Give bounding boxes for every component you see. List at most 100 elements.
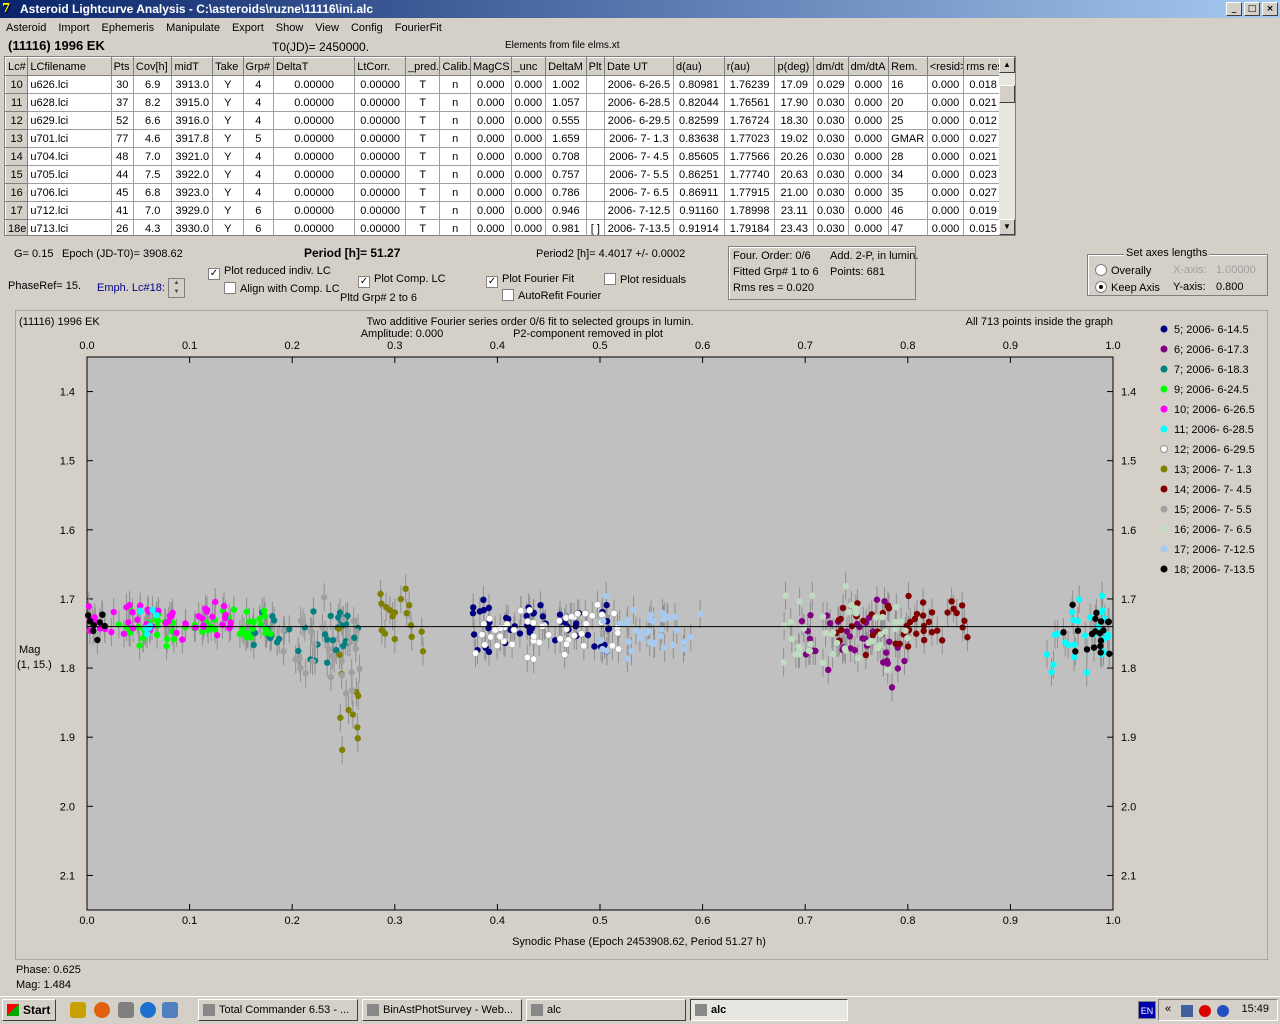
table-cell[interactable]: 0.00000 (272, 201, 356, 220)
table-cell[interactable]: 0.000 (510, 165, 547, 184)
table-cell[interactable]: 1.78998 (723, 201, 776, 220)
table-cell[interactable]: Y (212, 183, 244, 202)
table-cell[interactable]: u704.lci (27, 147, 112, 166)
table-cell[interactable]: 2006- 7- 1.3 (603, 129, 674, 148)
table-cell[interactable]: 0.00000 (272, 165, 356, 184)
table-cell[interactable]: 0.000 (469, 165, 512, 184)
table-cell[interactable]: T (404, 147, 441, 166)
table-cell[interactable]: 0.00000 (354, 93, 406, 112)
settings-icon[interactable] (118, 1002, 134, 1018)
table-cell[interactable]: 0.00000 (354, 75, 406, 94)
table-row[interactable]: 18e u713.lci 26 4.3 3930.0 Y 6 0.00000 0.00000 Tn… (5, 219, 1003, 235)
table-cell[interactable]: 0.000 (469, 75, 512, 94)
table-cell[interactable]: 0.000 (847, 129, 890, 148)
table-cell[interactable]: 0.000 (469, 183, 512, 202)
table-cell[interactable]: 3929.0 (171, 201, 214, 220)
table-cell[interactable]: 0.00000 (354, 129, 406, 148)
table-cell[interactable]: 23.43 (774, 219, 815, 235)
table-cell[interactable]: 0.000 (847, 201, 890, 220)
table-cell[interactable]: 0.00000 (272, 219, 356, 235)
table-cell[interactable]: 1.77740 (723, 165, 776, 184)
spin-up-icon[interactable]: ▲ (169, 279, 184, 288)
table-cell[interactable]: Y (212, 75, 244, 94)
plot-reduced-checkbox[interactable]: ✓ Plot reduced indiv. LC (208, 265, 331, 280)
table-cell[interactable]: n (439, 165, 471, 184)
menu-fourierfit[interactable]: FourierFit (389, 19, 448, 37)
table-cell[interactable]: 3913.0 (171, 75, 214, 94)
table-cell[interactable]: 6.8 (132, 183, 173, 202)
column-header[interactable]: Pts (110, 57, 134, 76)
column-header[interactable]: midT (171, 57, 214, 76)
table-cell[interactable]: 0.00000 (272, 111, 356, 130)
table-cell[interactable]: 0.021 (963, 147, 1003, 166)
table-cell[interactable]: T (404, 219, 441, 235)
table-cell[interactable]: 0.000 (510, 129, 547, 148)
table-cell[interactable]: 0.83638 (672, 129, 725, 148)
table-cell[interactable]: 4.3 (132, 219, 173, 235)
column-header[interactable]: LtCorr. (354, 57, 406, 76)
table-cell[interactable]: 17.09 (774, 75, 815, 94)
task-total-commander[interactable]: Total Commander 6.53 - ... (198, 999, 358, 1021)
table-cell[interactable]: 0.757 (545, 165, 587, 184)
table-cell[interactable]: 7.0 (132, 147, 173, 166)
table-cell[interactable]: 1.057 (545, 93, 587, 112)
minimize-button[interactable]: _ (1226, 2, 1242, 16)
table-cell[interactable]: 12 (5, 111, 29, 130)
tray-antivirus-icon[interactable] (1199, 1005, 1211, 1017)
plot-comp-checkbox[interactable]: ✓ Plot Comp. LC (358, 273, 446, 288)
table-cell[interactable]: T (404, 183, 441, 202)
table-cell[interactable]: T (404, 93, 441, 112)
table-cell[interactable]: 0.000 (926, 111, 965, 130)
start-button[interactable]: Start (2, 999, 56, 1021)
table-cell[interactable]: 0.946 (545, 201, 587, 220)
table-cell[interactable]: 16 (5, 183, 29, 202)
table-row[interactable]: 16 u706.lci 45 6.8 3923.0 Y 4 0.00000 0.00000 Tn 0… (5, 183, 1003, 202)
table-cell[interactable]: 0.000 (926, 129, 965, 148)
menu-import[interactable]: Import (52, 19, 95, 37)
column-header[interactable]: LCfilename (27, 57, 112, 76)
table-cell[interactable]: 41 (110, 201, 134, 220)
table-cell[interactable]: u628.lci (27, 93, 112, 112)
table-cell[interactable]: 46 (888, 201, 928, 220)
menu-export[interactable]: Export (226, 19, 270, 37)
column-header[interactable]: Date UT (603, 57, 674, 76)
column-header[interactable]: dm/dtA (847, 57, 890, 76)
task-alc[interactable]: alc (526, 999, 686, 1021)
lightcurve-plot[interactable]: (11116) 1996 EK Two additive Fourier ser… (14, 309, 1269, 961)
table-cell[interactable]: 4 (242, 75, 275, 94)
table-cell[interactable]: T (404, 129, 441, 148)
table-cell[interactable]: 0.86911 (672, 183, 725, 202)
table-cell[interactable]: n (439, 219, 471, 235)
table-cell[interactable]: n (439, 201, 471, 220)
table-row[interactable]: 15 u705.lci 44 7.5 3922.0 Y 4 0.00000 0.00000 Tn 0… (5, 165, 1003, 184)
column-header[interactable]: DeltaM (545, 57, 587, 76)
table-cell[interactable]: 0.000 (469, 201, 512, 220)
table-cell[interactable]: 0.786 (545, 183, 587, 202)
table-cell[interactable]: 0.000 (510, 183, 547, 202)
table-cell[interactable]: 0.030 (813, 183, 849, 202)
table-cell[interactable] (585, 183, 605, 202)
menu-manipulate[interactable]: Manipulate (160, 19, 226, 37)
table-cell[interactable]: 35 (888, 183, 928, 202)
table-cell[interactable]: 3915.0 (171, 93, 214, 112)
plot-fourier-checkbox[interactable]: ✓ Plot Fourier Fit (486, 273, 574, 288)
app-quicklaunch-icon[interactable] (162, 1002, 178, 1018)
epoch-value[interactable]: Epoch (JD-T0)= 3908.62 (62, 248, 183, 260)
column-header[interactable]: Calib. (439, 57, 471, 76)
table-cell[interactable]: 0.000 (510, 219, 547, 235)
spin-down-icon[interactable]: ▼ (169, 288, 184, 297)
menu-show[interactable]: Show (270, 19, 310, 37)
table-cell[interactable]: 3922.0 (171, 165, 214, 184)
table-cell[interactable]: 0.000 (510, 93, 547, 112)
table-cell[interactable]: 20.26 (774, 147, 815, 166)
table-cell[interactable]: 25 (888, 111, 928, 130)
table-cell[interactable]: 0.555 (545, 111, 587, 130)
table-cell[interactable]: Y (212, 129, 244, 148)
table-cell[interactable]: 0.000 (510, 201, 547, 220)
table-cell[interactable]: 0.030 (813, 129, 849, 148)
table-cell[interactable]: 3930.0 (171, 219, 214, 235)
table-cell[interactable]: 7.0 (132, 201, 173, 220)
table-cell[interactable]: 0.030 (813, 147, 849, 166)
table-cell[interactable]: 2006- 7- 5.5 (603, 165, 674, 184)
table-cell[interactable]: 0.981 (545, 219, 587, 235)
